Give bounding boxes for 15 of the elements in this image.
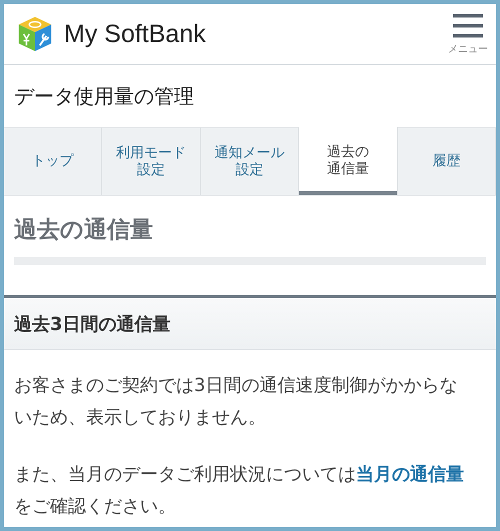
notice-text: また、当月のデータご利用状況については当月の通信量 をご確認ください。 [14,463,465,518]
tab[interactable]: 利用モード 設定 [102,127,201,195]
current-usage-link[interactable]: 当月の通信量 [356,464,464,485]
subsection-title: 過去3日間の通信量 [14,313,172,336]
menu-icon [453,12,483,38]
tab[interactable]: 履歴 [398,127,496,195]
tab[interactable]: 通知メール 設定 [200,127,300,195]
menu-button[interactable]: メニュー [448,12,488,56]
cube-logo-icon [16,15,54,53]
tab[interactable]: トップ [4,127,102,195]
section-title: 過去の通信量 [13,216,154,245]
notice-text: お客さまのご契約では3日間の通信速度制御がかからないため、表示しておりません。 [14,374,458,430]
tab[interactable]: 過去の 通信量 [299,127,398,195]
page-title: データ使用量の管理 [13,83,195,110]
brand-name: My SoftBank [64,20,206,48]
